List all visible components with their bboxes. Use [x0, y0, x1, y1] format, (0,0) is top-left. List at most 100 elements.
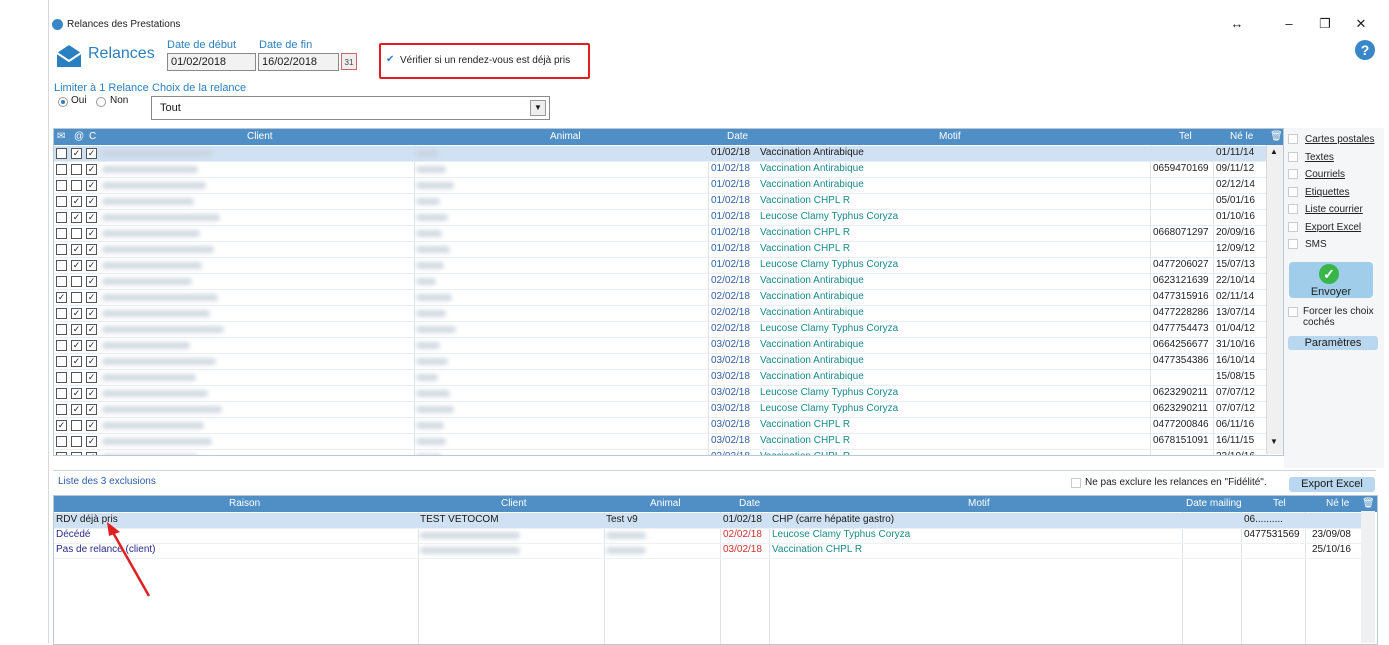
row-checkbox-c2[interactable]: ✓ — [71, 324, 82, 335]
row-checkbox-c3[interactable]: ✓ — [86, 340, 97, 351]
col-motif[interactable]: Motif — [939, 131, 961, 142]
row-checkbox-c2[interactable] — [71, 452, 82, 455]
table-row[interactable]: ✓ ✓ 03/02/18 Vaccination Antirabique 0664256… — [54, 338, 1283, 354]
row-checkbox-c2[interactable]: ✓ — [71, 340, 82, 351]
table-row[interactable]: ✓ ✓ 02/02/18 Leucose Clamy Typhus Coryza 047… — [54, 322, 1283, 338]
table-row[interactable]: ✓ 01/02/18 Vaccination CHPL R 0668071297 20/… — [54, 226, 1283, 242]
row-checkbox-c1[interactable] — [56, 244, 67, 255]
row-checkbox-c2[interactable] — [71, 292, 82, 303]
minimize-button[interactable]: – — [1277, 14, 1301, 34]
row-checkbox-c1[interactable] — [56, 452, 67, 455]
row-checkbox-c1[interactable] — [56, 148, 67, 159]
row-checkbox-c2[interactable] — [71, 372, 82, 383]
row-checkbox-c1[interactable] — [56, 276, 67, 287]
row-checkbox-c3[interactable]: ✓ — [86, 308, 97, 319]
table-row[interactable]: ✓ 03/02/18 Vaccination CHPL R 0678151091 16/… — [54, 434, 1283, 450]
option-sms[interactable]: SMS — [1288, 239, 1327, 250]
envoyer-button[interactable]: ✓ Envoyer — [1289, 262, 1373, 298]
option-liste-courrier[interactable]: Liste courrier — [1288, 204, 1363, 215]
row-checkbox-c3[interactable]: ✓ — [86, 180, 97, 191]
col-client[interactable]: Client — [247, 131, 273, 142]
row-checkbox-c3[interactable]: ✓ — [86, 244, 97, 255]
row-checkbox-c1[interactable] — [56, 388, 67, 399]
table-row[interactable]: ✓ ✓ 02/02/18 Vaccination Antirabique 0477228… — [54, 306, 1283, 322]
table-row[interactable]: ✓ ✓ 03/02/18 Leucose Clamy Typhus Coryza 062… — [54, 402, 1283, 418]
exclusion-row[interactable]: Décédé 02/02/18 Leucose Clamy Typhus Coryz… — [54, 528, 1364, 544]
row-checkbox-c3[interactable]: ✓ — [86, 276, 97, 287]
option-courriels[interactable]: Courriels — [1288, 169, 1345, 180]
row-checkbox-c2[interactable] — [71, 420, 82, 431]
row-checkbox-c3[interactable]: ✓ — [86, 404, 97, 415]
help-icon[interactable]: ? — [1355, 40, 1375, 60]
row-checkbox-c2[interactable]: ✓ — [71, 356, 82, 367]
resize-icon[interactable]: ↔ — [1225, 14, 1249, 34]
row-checkbox-c1[interactable] — [56, 356, 67, 367]
option-etiquettes[interactable]: Etiquettes — [1288, 187, 1349, 198]
row-checkbox-c3[interactable]: ✓ — [86, 372, 97, 383]
row-checkbox-c2[interactable]: ✓ — [71, 388, 82, 399]
row-checkbox-c2[interactable]: ✓ — [71, 404, 82, 415]
row-checkbox-c2[interactable] — [71, 164, 82, 175]
trash-icon[interactable]: 🗑 — [1270, 131, 1283, 142]
row-checkbox-c2[interactable]: ✓ — [71, 260, 82, 271]
row-checkbox-c1[interactable]: ✓ — [56, 420, 67, 431]
row-checkbox-c2[interactable] — [71, 228, 82, 239]
scroll-down-icon[interactable]: ▼ — [1270, 437, 1278, 446]
col-tel[interactable]: Tel — [1179, 131, 1192, 142]
row-checkbox-c1[interactable] — [56, 436, 67, 447]
row-checkbox-c1[interactable] — [56, 228, 67, 239]
row-checkbox-c2[interactable]: ✓ — [71, 148, 82, 159]
row-checkbox-c3[interactable]: ✓ — [86, 164, 97, 175]
row-checkbox-c2[interactable]: ✓ — [71, 196, 82, 207]
calendar-icon[interactable]: 31 — [341, 53, 357, 70]
row-checkbox-c2[interactable] — [71, 276, 82, 287]
row-checkbox-c1[interactable] — [56, 308, 67, 319]
export-excel-button[interactable]: Export Excel — [1289, 477, 1375, 492]
row-checkbox-c3[interactable]: ✓ — [86, 436, 97, 447]
row-checkbox-c2[interactable]: ✓ — [71, 212, 82, 223]
row-checkbox-c1[interactable] — [56, 324, 67, 335]
table-row[interactable]: ✓ 01/02/18 Vaccination Antirabique 06594701… — [54, 162, 1283, 178]
table-row[interactable]: ✓ ✓ 03/02/18 Leucose Clamy Typhus Coryza 062… — [54, 386, 1283, 402]
row-checkbox-c3[interactable]: ✓ — [86, 260, 97, 271]
parametres-button[interactable]: Paramètres — [1288, 336, 1378, 350]
row-checkbox-c3[interactable]: ✓ — [86, 196, 97, 207]
row-checkbox-c1[interactable] — [56, 372, 67, 383]
radio-oui[interactable] — [58, 97, 68, 107]
table-row[interactable]: ✓ 03/02/18 Vaccination Antirabique 15/08/15 — [54, 370, 1283, 386]
table-row[interactable]: ✓ ✓ 03/02/18 Vaccination Antirabique 0477354… — [54, 354, 1283, 370]
row-checkbox-c1[interactable] — [56, 260, 67, 271]
table-row[interactable]: ✓ ✓ 01/02/18 Leucose Clamy Typhus Coryza 047… — [54, 258, 1283, 274]
option-textes[interactable]: Textes — [1288, 152, 1334, 163]
col-c[interactable]: C — [89, 131, 96, 142]
exclusion-row[interactable]: RDV déjà pris TEST VETOCOM Test v9 01/02/18… — [54, 513, 1364, 529]
row-checkbox-c1[interactable] — [56, 196, 67, 207]
table-row[interactable]: ✓ ✓ 01/02/18 Vaccination CHPL R 12/09/12 — [54, 242, 1283, 258]
col-ne-le[interactable]: Né le — [1230, 131, 1253, 142]
verify-rdv-checkbox[interactable]: ✔ Vérifier si un rendez-vous est déjà pr… — [379, 43, 590, 79]
table-row[interactable]: ✓ ✓ 03/02/18 Vaccination CHPL R 0477200846 06… — [54, 418, 1283, 434]
exclusions-scrollbar[interactable] — [1361, 511, 1375, 643]
chevron-down-icon[interactable]: ▼ — [530, 100, 546, 116]
row-checkbox-c1[interactable]: ✓ — [56, 292, 67, 303]
table-row[interactable]: ✓ ✓ 01/02/18 Leucose Clamy Typhus Coryza 01/… — [54, 210, 1283, 226]
row-checkbox-c1[interactable] — [56, 212, 67, 223]
row-checkbox-c3[interactable]: ✓ — [86, 148, 97, 159]
row-checkbox-c3[interactable]: ✓ — [86, 324, 97, 335]
grid-scrollbar[interactable]: ▲ ▼ — [1266, 145, 1283, 454]
no-exclude-checkbox[interactable] — [1071, 478, 1081, 488]
row-checkbox-c1[interactable] — [56, 164, 67, 175]
trash-icon[interactable]: 🗑 — [1362, 498, 1375, 509]
row-checkbox-c3[interactable]: ✓ — [86, 420, 97, 431]
option-export-excel[interactable]: Export Excel — [1288, 222, 1361, 233]
table-row[interactable]: ✓ 02/02/18 Vaccination Antirabique 06231216… — [54, 274, 1283, 290]
row-checkbox-c3[interactable]: ✓ — [86, 212, 97, 223]
table-row[interactable]: ✓ ✓ 01/02/18 Vaccination CHPL R 05/01/16 — [54, 194, 1283, 210]
row-checkbox-c3[interactable]: ✓ — [86, 228, 97, 239]
col-animal[interactable]: Animal — [550, 131, 581, 142]
col-motif-2[interactable]: Motif — [968, 498, 990, 509]
col-date[interactable]: Date — [727, 131, 748, 142]
radio-non[interactable] — [96, 97, 106, 107]
row-checkbox-c3[interactable]: ✓ — [86, 452, 97, 455]
row-checkbox-c3[interactable]: ✓ — [86, 388, 97, 399]
